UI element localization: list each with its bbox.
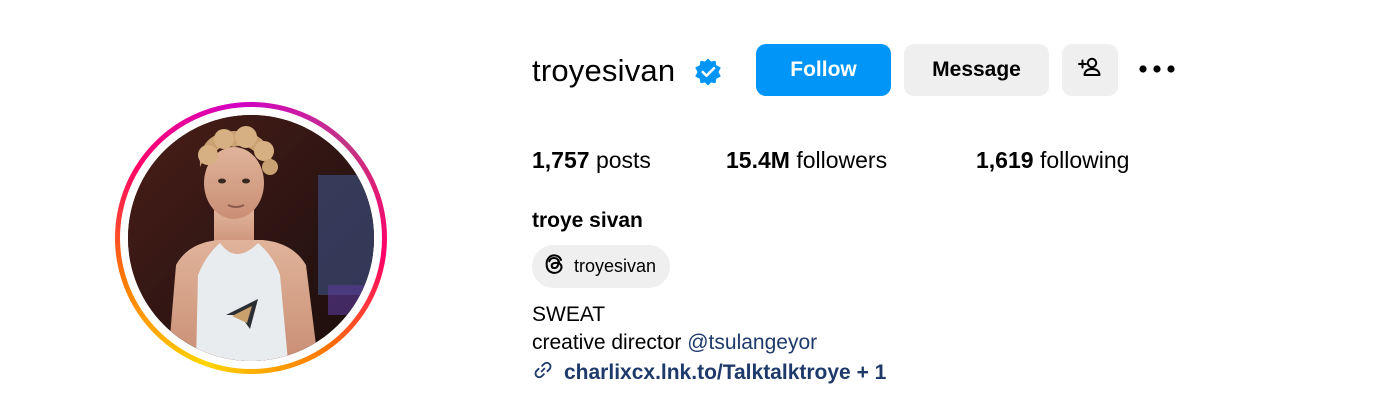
story-ring-gap (120, 107, 382, 369)
profile-header: troyesivan Follow Message 1,757 posts 15… (0, 0, 1381, 409)
story-ring[interactable] (115, 102, 387, 374)
follow-button[interactable]: Follow (756, 44, 891, 96)
posts-count-value: 1,757 (532, 147, 590, 173)
bio-line-1: SWEAT (532, 303, 606, 326)
more-horizontal-icon (1138, 61, 1176, 79)
threads-handle: troyesivan (574, 256, 657, 276)
following-link[interactable]: 1,619 following (976, 145, 1129, 175)
bio-line-2-text: creative director (532, 331, 688, 354)
bio-line-2: creative director @tsulangeyor (532, 329, 817, 357)
threads-icon (542, 252, 566, 281)
following-count-label: following (1039, 147, 1130, 173)
followers-count-value: 15.4M (726, 147, 790, 173)
full-name: troye sivan (532, 209, 643, 232)
external-link-row[interactable]: charlixcx.lnk.to/Talktalktroye + 1 (532, 359, 886, 386)
verified-badge-icon (693, 57, 723, 87)
avatar[interactable] (128, 115, 374, 361)
threads-badge[interactable]: troyesivan (532, 245, 671, 288)
suggested-accounts-button[interactable] (1062, 44, 1118, 96)
following-count-value: 1,619 (976, 147, 1034, 173)
bio-mention-link[interactable]: @tsulangeyor (687, 331, 817, 354)
followers-count-label: followers (796, 147, 888, 173)
avatar-photo (128, 115, 374, 361)
username: troyesivan (532, 53, 676, 88)
posts-count-label: posts (595, 147, 651, 173)
posts-count: 1,757 posts (532, 145, 651, 175)
link-icon (532, 359, 554, 386)
message-button[interactable]: Message (904, 44, 1049, 96)
external-link[interactable]: charlixcx.lnk.to/Talktalktroye + 1 (564, 361, 886, 385)
followers-link[interactable]: 15.4M followers (726, 145, 887, 175)
add-person-icon (1077, 54, 1103, 86)
more-options-button[interactable] (1137, 58, 1177, 82)
